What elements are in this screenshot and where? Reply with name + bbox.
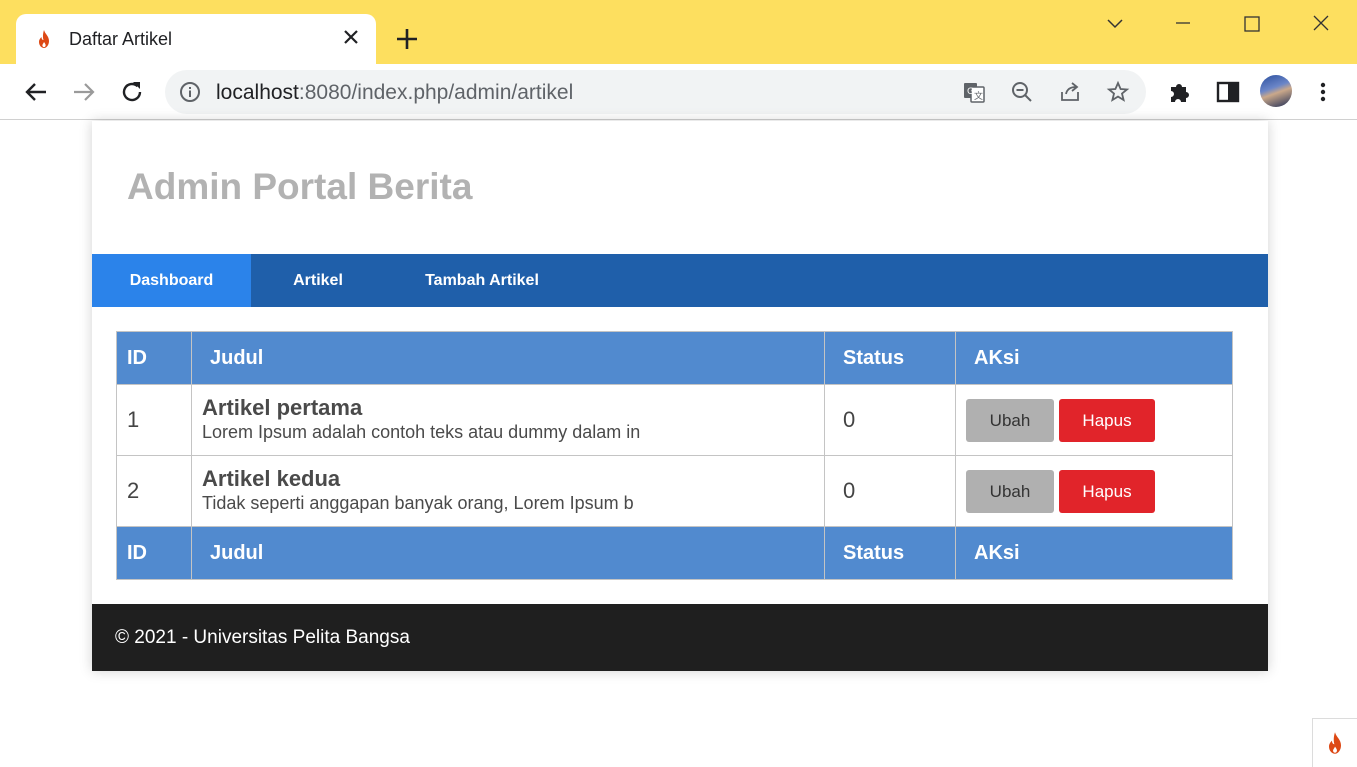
edit-button[interactable]: Ubah <box>966 469 1054 513</box>
address-bar[interactable]: localhost:8080/index.php/admin/artikel G… <box>165 70 1146 114</box>
puzzle-icon[interactable] <box>1166 78 1194 106</box>
table-row: 1 Artikel pertama Lorem Ipsum adalah con… <box>116 384 1233 456</box>
browser-tab[interactable]: Daftar Artikel <box>16 14 376 66</box>
column-footer-aksi: AKsi <box>955 526 1233 580</box>
flame-icon <box>39 30 49 48</box>
page-viewport: Admin Portal Berita Dashboard Artikel Ta… <box>0 121 1357 767</box>
avatar[interactable] <box>1260 75 1292 107</box>
articles-table: ID Judul Status AKsi 1 Artikel pertama L… <box>116 331 1233 580</box>
column-footer-status: Status <box>824 526 956 580</box>
article-excerpt: Lorem Ipsum adalah contoh teks atau dumm… <box>202 422 641 442</box>
maximize-icon[interactable] <box>1228 10 1274 38</box>
cell-status: 0 <box>824 384 956 456</box>
url-host: localhost <box>216 81 299 104</box>
chevron-down-icon[interactable] <box>1092 10 1138 38</box>
browser-toolbar: localhost:8080/index.php/admin/artikel G… <box>0 64 1357 120</box>
table-row: 2 Artikel kedua Tidak seperti anggapan b… <box>116 455 1233 527</box>
sidepanel-icon[interactable] <box>1214 78 1242 106</box>
flame-icon <box>1329 732 1341 754</box>
article-title: Artikel pertama <box>202 395 363 420</box>
table-footer-row: ID Judul Status AKsi <box>116 526 1233 580</box>
translate-icon[interactable]: G 文 <box>962 80 986 104</box>
cell-id: 1 <box>116 384 192 456</box>
page-footer: © 2021 - Universitas Pelita Bangsa <box>92 604 1268 671</box>
edit-button[interactable]: Ubah <box>966 398 1054 442</box>
table-header-row: ID Judul Status AKsi <box>116 331 1233 385</box>
tab-title: Daftar Artikel <box>69 29 173 49</box>
star-icon[interactable] <box>1106 80 1130 104</box>
column-footer-id: ID <box>116 526 192 580</box>
delete-button[interactable]: Hapus <box>1059 398 1155 442</box>
forward-icon[interactable] <box>70 78 98 106</box>
info-icon[interactable] <box>179 81 201 103</box>
nav-item-artikel[interactable]: Artikel <box>270 254 366 307</box>
delete-button[interactable]: Hapus <box>1059 469 1155 513</box>
cell-judul: Artikel kedua Tidak seperti anggapan ban… <box>191 455 825 527</box>
page-title: Admin Portal Berita <box>127 166 473 207</box>
close-icon[interactable] <box>340 26 362 48</box>
nav-item-dashboard[interactable]: Dashboard <box>92 254 251 307</box>
browser-titlebar: Daftar Artikel <box>0 0 1357 66</box>
more-vert-icon[interactable] <box>1309 78 1337 106</box>
debug-toolbar-toggle[interactable] <box>1312 718 1357 767</box>
cell-aksi: Ubah Hapus <box>955 455 1233 527</box>
zoom-out-icon[interactable] <box>1010 80 1034 104</box>
plus-icon[interactable] <box>394 26 420 52</box>
nav-item-tambah-artikel[interactable]: Tambah Artikel <box>408 254 556 307</box>
cell-judul: Artikel pertama Lorem Ipsum adalah conto… <box>191 384 825 456</box>
url-text[interactable]: localhost:8080/index.php/admin/artikel <box>216 81 573 105</box>
column-header-id: ID <box>116 331 192 385</box>
reload-icon[interactable] <box>118 78 146 106</box>
cell-status: 0 <box>824 455 956 527</box>
svg-text:G: G <box>967 87 974 97</box>
minimize-icon[interactable] <box>1160 10 1206 38</box>
column-header-judul: Judul <box>191 331 825 385</box>
article-title: Artikel kedua <box>202 466 341 491</box>
article-excerpt: Tidak seperti anggapan banyak orang, Lor… <box>202 493 634 513</box>
share-icon[interactable] <box>1058 80 1082 104</box>
footer-text: © 2021 - Universitas Pelita Bangsa <box>115 627 410 648</box>
page-container: Admin Portal Berita Dashboard Artikel Ta… <box>92 121 1268 671</box>
column-footer-judul: Judul <box>191 526 825 580</box>
cell-id: 2 <box>116 455 192 527</box>
cell-aksi: Ubah Hapus <box>955 384 1233 456</box>
main-nav: Dashboard Artikel Tambah Artikel <box>92 254 1268 307</box>
window-close-icon[interactable] <box>1298 10 1344 38</box>
svg-text:文: 文 <box>974 90 983 102</box>
url-path: :8080/index.php/admin/artikel <box>298 81 574 104</box>
column-header-status: Status <box>824 331 956 385</box>
back-icon[interactable] <box>22 78 50 106</box>
column-header-aksi: AKsi <box>955 331 1233 385</box>
